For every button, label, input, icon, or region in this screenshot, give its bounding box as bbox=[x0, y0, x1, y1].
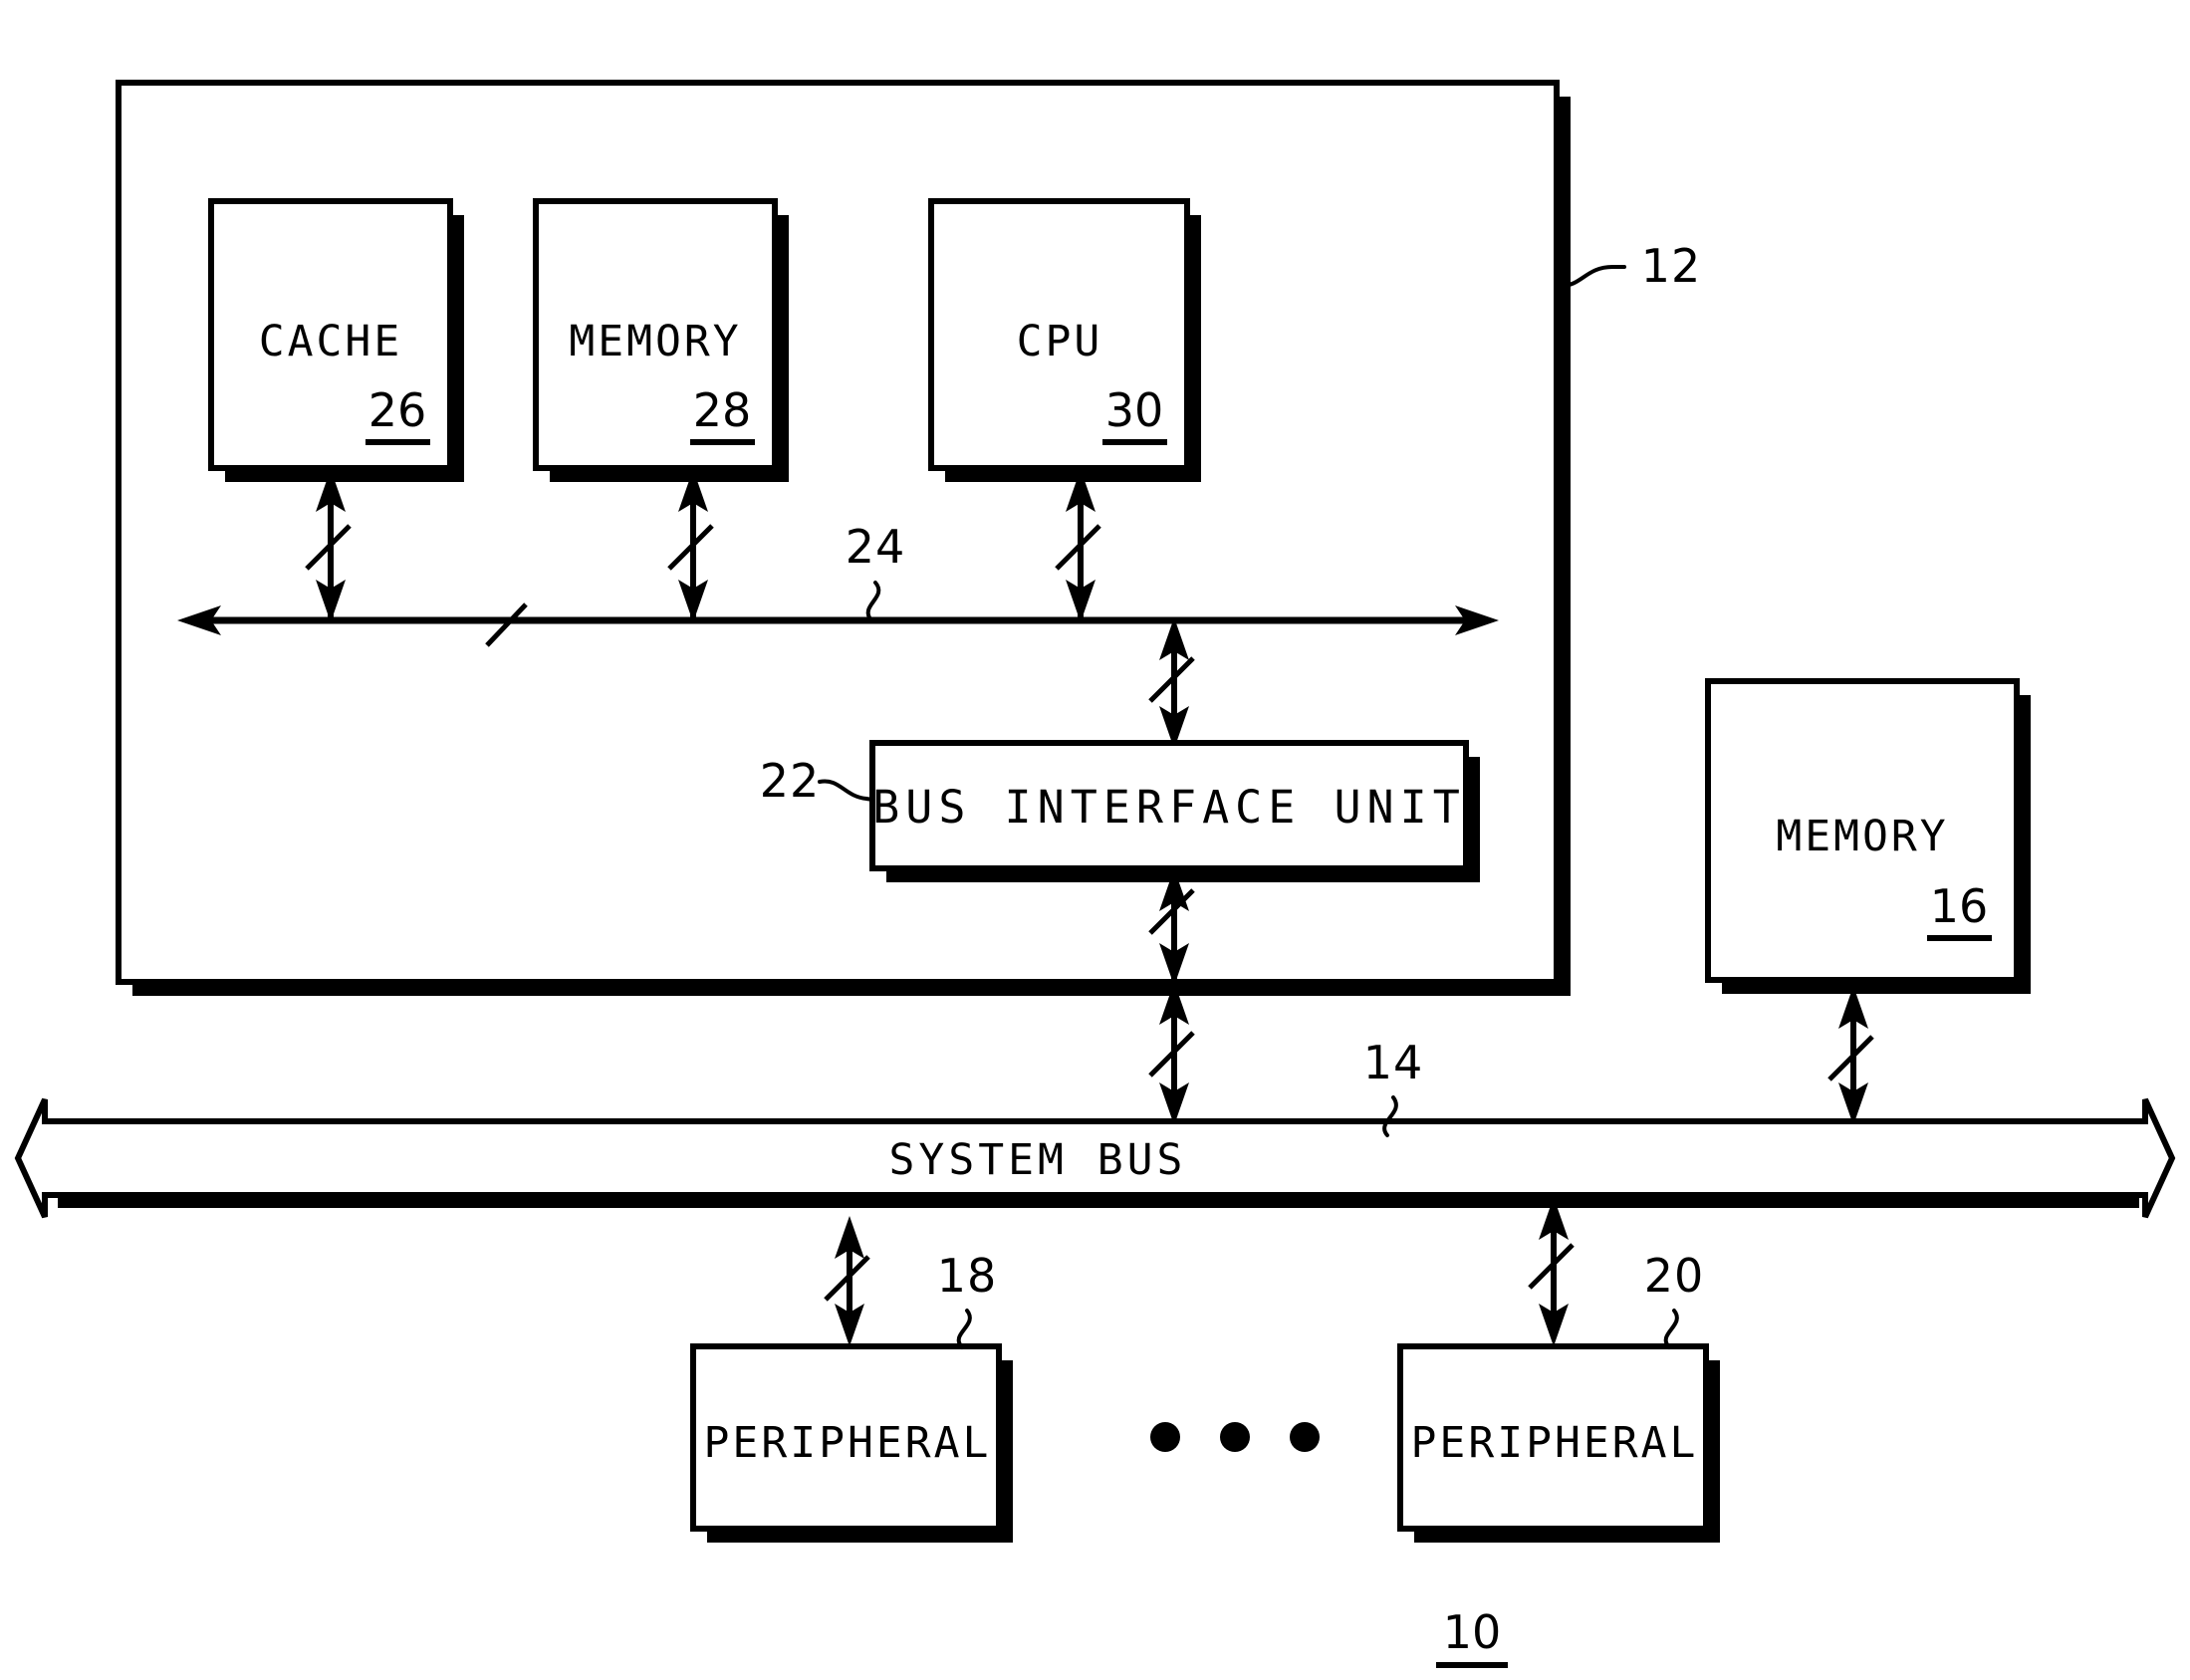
memory28-label: MEMORY bbox=[569, 317, 741, 366]
cpu-ref-label: 30 bbox=[1105, 383, 1164, 437]
cpu-label: CPU bbox=[1017, 317, 1103, 366]
block-memory-external: MEMORY 16 bbox=[1705, 678, 2031, 994]
cache-ref-label: 26 bbox=[368, 383, 427, 437]
block-peripheral-20: PERIPHERAL bbox=[1397, 1343, 1720, 1543]
cache-label: CACHE bbox=[259, 317, 402, 366]
biu-label: BUS INTERFACE UNIT bbox=[872, 781, 1466, 834]
block-peripheral-18: PERIPHERAL bbox=[690, 1343, 1013, 1543]
block-bus-interface-unit: BUS INTERFACE UNIT bbox=[869, 740, 1480, 882]
ref-22-label: 22 bbox=[760, 754, 821, 808]
ref-14-label: 14 bbox=[1363, 1036, 1424, 1089]
connector-system-bus-to-peripheral-20 bbox=[1528, 1197, 1575, 1346]
ref-20-label: 20 bbox=[1644, 1249, 1705, 1303]
block-cpu: CPU 30 bbox=[928, 198, 1201, 482]
memory28-ref-label: 28 bbox=[693, 383, 752, 437]
connector-memory16-to-system-bus bbox=[1827, 986, 1874, 1125]
ref-18-callout: 18 bbox=[937, 1249, 998, 1349]
memory16-label: MEMORY bbox=[1776, 812, 1948, 861]
figure-number: 10 bbox=[1436, 1605, 1508, 1668]
block-memory-internal: MEMORY 28 bbox=[533, 198, 789, 482]
system-bus: SYSTEM BUS bbox=[14, 1097, 2176, 1219]
figure-number-label: 10 bbox=[1443, 1605, 1502, 1659]
ref-12-label: 12 bbox=[1641, 239, 1702, 293]
peripheral20-label: PERIPHERAL bbox=[1411, 1418, 1699, 1468]
peripherals-ellipsis bbox=[1150, 1422, 1320, 1452]
peripheral18-label: PERIPHERAL bbox=[704, 1418, 992, 1468]
system-bus-label: SYSTEM BUS bbox=[889, 1135, 1187, 1185]
patent-figure: 12 CACHE 26 MEMORY 28 CPU 30 24 BUS INTE… bbox=[0, 0, 2190, 1680]
ellipsis-dot-2 bbox=[1220, 1422, 1250, 1452]
block-cache: CACHE 26 bbox=[208, 198, 464, 482]
block-diagram-canvas: 12 CACHE 26 MEMORY 28 CPU 30 24 BUS INTE… bbox=[14, 80, 2176, 1668]
ellipsis-dot-1 bbox=[1150, 1422, 1180, 1452]
connector-system-bus-to-peripheral-18 bbox=[824, 1216, 870, 1346]
memory16-ref-label: 16 bbox=[1930, 879, 1989, 933]
ellipsis-dot-3 bbox=[1290, 1422, 1320, 1452]
ref-18-label: 18 bbox=[937, 1249, 998, 1303]
ref-12-callout: 12 bbox=[1560, 239, 1702, 293]
ref-20-callout: 20 bbox=[1644, 1249, 1705, 1349]
ref-24-label: 24 bbox=[846, 520, 906, 574]
